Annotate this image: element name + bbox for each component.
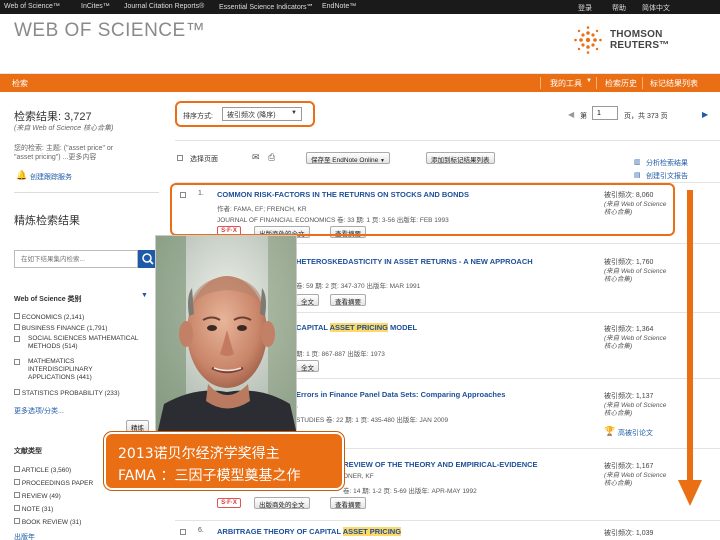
refine-title: 精炼检索结果	[14, 215, 80, 227]
collapse-triangle-icon[interactable]: ▼	[141, 292, 148, 299]
times-cited-source: (来自 Web of Science 核心合集)	[604, 472, 667, 487]
sort-highlight-frame	[175, 101, 315, 127]
topbar-help[interactable]: 帮助	[612, 3, 626, 13]
topbar-link-incites[interactable]: InCites™	[81, 3, 110, 10]
thomson-reuters-brand: THOMSON REUTERS™	[610, 29, 670, 51]
topbar-link-esi[interactable]: Essential Science Indicators℠	[219, 3, 314, 11]
add-to-marked-list-button[interactable]: 添加到标记结果列表	[426, 152, 495, 164]
list-item[interactable]: ECONOMICS (2,141)	[14, 313, 84, 321]
times-cited-source: (来自 Web of Science 核心合集)	[604, 402, 667, 417]
refine-search-input[interactable]	[14, 250, 138, 268]
results-count: 检索结果: 3,727	[14, 111, 92, 123]
prev-page-icon[interactable]: ◀	[568, 110, 574, 119]
main-nav-bar: 检索 我的工具 ▼ 检索历史 标记结果列表	[0, 74, 720, 92]
list-item[interactable]: BOOK REVIEW (31)	[14, 518, 81, 526]
page-number-input[interactable]	[592, 106, 618, 120]
report-icon: ▤	[634, 172, 641, 179]
divider	[175, 140, 720, 141]
wos-logo[interactable]: WEB OF SCIENCE™	[14, 20, 205, 42]
sort-direction-arrow-icon	[678, 190, 702, 506]
times-cited[interactable]: 被引频次: 1,364	[604, 324, 653, 334]
result-title[interactable]: Errors in Finance Panel Data Sets: Compa…	[296, 390, 505, 399]
result-title[interactable]: CAPITAL ASSET PRICING MODEL	[296, 323, 417, 332]
search-term-highlight: ASSET PRICING	[329, 323, 388, 332]
page-total: 页，共 373 页	[624, 113, 668, 120]
view-abstract-button[interactable]: 查看摘要	[330, 497, 366, 509]
result-title[interactable]: ARBITRAGE THEORY OF CAPITAL ASSET PRICIN…	[217, 527, 402, 536]
result-source: 卷: 14 期: 1-2 页: 5-69 出版年: APR-MAY 1992	[343, 488, 477, 495]
bell-icon: 🔔	[16, 170, 28, 180]
result-highlight-frame	[170, 183, 675, 236]
caption-callout: 2013诺贝尔经济学奖得主 FAMA ：三因子模型奠基之作	[104, 432, 344, 490]
list-item[interactable]: ARTICLE (3,560)	[14, 466, 71, 474]
topbar-link-jcr[interactable]: Journal Citation Reports®	[124, 3, 204, 10]
highly-cited-badge[interactable]: 高被引论文	[618, 428, 653, 438]
category-filter-title: Web of Science 类别	[14, 296, 82, 303]
result-source: STUDIES 卷: 22 期: 1 页: 435-480 出版年: JAN 2…	[296, 417, 449, 424]
sfx-icon[interactable]: S·F·X	[217, 498, 241, 508]
times-cited[interactable]: 被引频次: 1,039	[604, 528, 653, 538]
nav-my-tools[interactable]: 我的工具	[550, 78, 582, 89]
next-page-icon[interactable]: ▶	[702, 110, 708, 119]
portrait-photo	[155, 235, 297, 438]
search-term-highlight: ASSET PRICING	[342, 527, 402, 536]
topbar-language[interactable]: 简体中文	[642, 3, 670, 13]
times-cited[interactable]: 被引频次: 1,167	[604, 461, 653, 471]
full-text-button[interactable]: 全文	[296, 294, 319, 306]
divider	[175, 520, 720, 521]
create-alert-link[interactable]: 创建跟踪服务	[30, 172, 72, 182]
full-text-button[interactable]: 出版商处的全文	[254, 497, 310, 509]
select-page-checkbox[interactable]	[177, 155, 183, 161]
list-item[interactable]: BUSINESS FINANCE (1,791)	[14, 324, 107, 332]
full-text-button[interactable]: 全文	[296, 360, 319, 372]
result-title[interactable]: A REVIEW OF THE THEORY AND EMPIRICAL-EVI…	[336, 460, 538, 469]
nav-search-history[interactable]: 检索历史	[605, 78, 637, 89]
refine-button[interactable]: 精炼	[126, 420, 149, 432]
more-options-link[interactable]: 更多选项/分类...	[14, 406, 64, 416]
nav-search[interactable]: 检索	[12, 78, 28, 89]
analyze-results-link[interactable]: 分析检索结果	[646, 158, 688, 168]
result-source: 期: 1 页: 867-887 出版年: 1973	[296, 351, 385, 358]
select-page-label: 选择页面	[190, 156, 218, 163]
save-to-endnote-select[interactable]: 保存至 EndNote Online ▼	[306, 152, 390, 164]
email-icon[interactable]: ✉	[252, 152, 260, 163]
topbar-link-endnote[interactable]: EndNote™	[322, 3, 356, 10]
chevron-down-icon: ▼	[586, 78, 592, 84]
top-product-bar: Web of Science™ InCites™ Journal Citatio…	[0, 0, 720, 14]
times-cited-source: (来自 Web of Science 核心合集)	[604, 268, 667, 283]
result-number: 6.	[198, 527, 204, 534]
divider	[14, 192, 159, 193]
print-icon[interactable]: ⎙	[268, 152, 275, 163]
result-title[interactable]: HETEROSKEDASTICITY IN ASSET RETURNS - A …	[296, 257, 533, 266]
list-item[interactable]: PROCEEDINGS PAPER	[14, 479, 93, 487]
bar-chart-icon: ▥	[634, 159, 641, 166]
pub-year-filter-link[interactable]: 出版年	[14, 532, 35, 540]
page-label: 第	[580, 113, 587, 120]
topbar-link-wos[interactable]: Web of Science™	[4, 3, 60, 10]
nav-marked-list[interactable]: 标记结果列表	[650, 78, 698, 89]
results-source: (来自 Web of Science 核心合集)	[14, 125, 114, 132]
result-checkbox[interactable]	[180, 529, 186, 535]
chevron-down-icon: ▼	[380, 158, 385, 164]
result-source: 卷: 59 期: 2 页: 347-370 出版年: MAR 1991	[296, 283, 421, 290]
doctype-filter-title: 文献类型	[14, 448, 42, 455]
query-text-more[interactable]: "asset pricing") ...更多内容	[14, 152, 96, 162]
citation-report-link[interactable]: 创建引文报告	[646, 171, 688, 181]
list-item[interactable]: STATISTICS PROBABILITY (233)	[14, 389, 120, 397]
thomson-reuters-logo-icon	[574, 26, 602, 54]
list-item[interactable]: MATHEMATICS INTERDISCIPLINARY APPLICATIO…	[14, 358, 139, 382]
caption-line-1: 2013诺贝尔经济学奖得主	[118, 446, 280, 462]
caption-line-2: FAMA ：三因子模型奠基之作	[118, 468, 301, 484]
topbar-login[interactable]: 登录	[578, 3, 592, 13]
list-item[interactable]: SOCIAL SCIENCES MATHEMATICAL METHODS (51…	[14, 335, 139, 351]
portrait-image	[156, 236, 296, 437]
trophy-icon: 🏆	[604, 426, 616, 436]
times-cited-source: (来自 Web of Science 核心合集)	[604, 335, 667, 350]
list-item[interactable]: REVIEW (49)	[14, 492, 61, 500]
view-abstract-button[interactable]: 查看摘要	[330, 294, 366, 306]
times-cited[interactable]: 被引频次: 1,760	[604, 257, 653, 267]
list-item[interactable]: NOTE (31)	[14, 505, 53, 513]
result-authors: ONER, KF	[343, 473, 374, 480]
times-cited[interactable]: 被引频次: 1,137	[604, 391, 653, 401]
